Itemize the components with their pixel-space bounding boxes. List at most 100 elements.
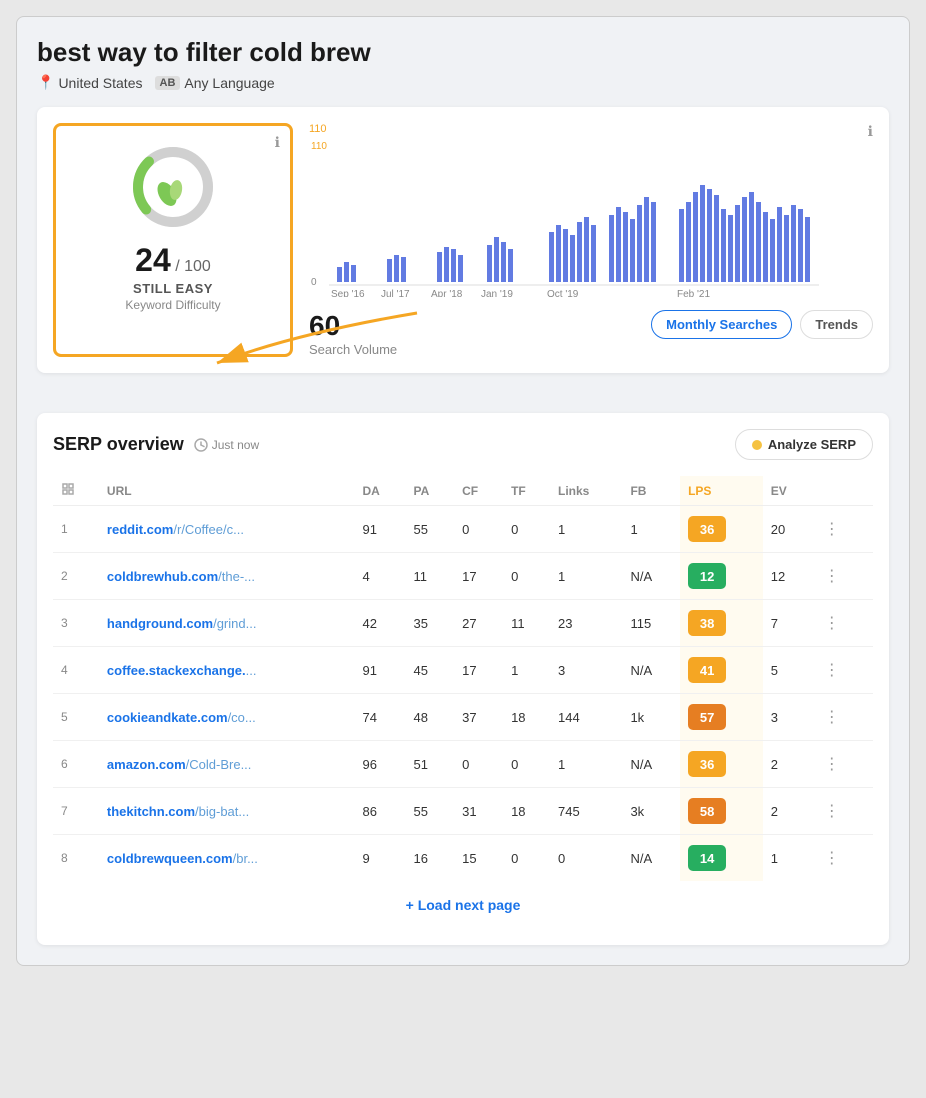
- row-ev: 12: [763, 553, 812, 600]
- row-fb: 3k: [622, 788, 680, 835]
- table-row: 1 reddit.com/r/Coffee/c... 91 55 0 0 1 1…: [53, 506, 873, 553]
- col-links: Links: [550, 476, 622, 506]
- col-lps: LPS: [680, 476, 763, 506]
- more-options-icon[interactable]: ⋮: [820, 613, 844, 634]
- lps-badge: 36: [688, 751, 726, 777]
- row-links: 3: [550, 647, 622, 694]
- row-url: coldbrewqueen.com/br...: [99, 835, 355, 882]
- table-row: 8 coldbrewqueen.com/br... 9 16 15 0 0 N/…: [53, 835, 873, 882]
- col-cf: CF: [454, 476, 503, 506]
- row-fb: N/A: [622, 647, 680, 694]
- svg-text:Sep '16: Sep '16: [331, 289, 365, 297]
- row-cf: 0: [454, 741, 503, 788]
- row-ev: 2: [763, 788, 812, 835]
- row-pa: 48: [405, 694, 454, 741]
- col-tf: TF: [503, 476, 550, 506]
- col-da: DA: [354, 476, 405, 506]
- tab-monthly-searches[interactable]: Monthly Searches: [651, 310, 792, 339]
- row-tf: 0: [503, 741, 550, 788]
- row-fb: N/A: [622, 835, 680, 882]
- row-more[interactable]: ⋮: [812, 506, 873, 553]
- row-more[interactable]: ⋮: [812, 741, 873, 788]
- col-ev: EV: [763, 476, 812, 506]
- table-row: 3 handground.com/grind... 42 35 27 11 23…: [53, 600, 873, 647]
- row-tf: 18: [503, 694, 550, 741]
- more-options-icon[interactable]: ⋮: [820, 707, 844, 728]
- more-options-icon[interactable]: ⋮: [820, 519, 844, 540]
- location-row: 📍 United States AB Any Language: [37, 74, 889, 91]
- analyze-serp-button[interactable]: Analyze SERP: [735, 429, 873, 460]
- row-pa: 35: [405, 600, 454, 647]
- row-links: 745: [550, 788, 622, 835]
- row-rank: 7: [53, 788, 99, 835]
- row-lps: 41: [680, 647, 763, 694]
- svg-text:Apr '18: Apr '18: [431, 289, 463, 297]
- table-row: 6 amazon.com/Cold-Bre... 96 51 0 0 1 N/A…: [53, 741, 873, 788]
- tab-trends[interactable]: Trends: [800, 310, 873, 339]
- row-fb: N/A: [622, 553, 680, 600]
- row-da: 91: [354, 647, 405, 694]
- row-cf: 37: [454, 694, 503, 741]
- col-actions: [812, 476, 873, 506]
- row-pa: 55: [405, 788, 454, 835]
- col-pa: PA: [405, 476, 454, 506]
- chart-area: ℹ 110 110 0: [309, 123, 873, 357]
- svg-text:Jul '17: Jul '17: [381, 289, 410, 297]
- monthly-searches-chart: 110 0: [309, 137, 829, 297]
- row-url: reddit.com/r/Coffee/c...: [99, 506, 355, 553]
- row-tf: 0: [503, 835, 550, 882]
- row-url: cookieandkate.com/co...: [99, 694, 355, 741]
- row-more[interactable]: ⋮: [812, 647, 873, 694]
- row-da: 96: [354, 741, 405, 788]
- more-options-icon[interactable]: ⋮: [820, 660, 844, 681]
- chart-info-icon[interactable]: ℹ: [868, 123, 873, 140]
- row-links: 1: [550, 741, 622, 788]
- row-tf: 0: [503, 506, 550, 553]
- row-pa: 55: [405, 506, 454, 553]
- load-next-page[interactable]: + Load next page: [53, 881, 873, 929]
- top-cards: ℹ: [37, 107, 889, 373]
- row-ev: 7: [763, 600, 812, 647]
- row-more[interactable]: ⋮: [812, 694, 873, 741]
- row-more[interactable]: ⋮: [812, 553, 873, 600]
- more-options-icon[interactable]: ⋮: [820, 801, 844, 822]
- table-row: 4 coffee.stackexchange.... 91 45 17 1 3 …: [53, 647, 873, 694]
- row-more[interactable]: ⋮: [812, 835, 873, 882]
- language-badge: AB: [155, 76, 181, 90]
- row-fb: 115: [622, 600, 680, 647]
- more-options-icon[interactable]: ⋮: [820, 566, 844, 587]
- row-da: 91: [354, 506, 405, 553]
- serp-section: SERP overview Just now Analyze SERP: [37, 413, 889, 945]
- table-row: 5 cookieandkate.com/co... 74 48 37 18 14…: [53, 694, 873, 741]
- expand-icon: [61, 482, 75, 496]
- row-links: 23: [550, 600, 622, 647]
- location-pin-icon: 📍: [37, 74, 54, 91]
- kd-info-icon[interactable]: ℹ: [275, 134, 280, 151]
- row-fb: 1k: [622, 694, 680, 741]
- more-options-icon[interactable]: ⋮: [820, 848, 844, 869]
- row-fb: N/A: [622, 741, 680, 788]
- row-url: coldbrewhub.com/the-...: [99, 553, 355, 600]
- row-cf: 31: [454, 788, 503, 835]
- kd-sublabel: Keyword Difficulty: [125, 298, 220, 312]
- more-options-icon[interactable]: ⋮: [820, 754, 844, 775]
- row-cf: 0: [454, 506, 503, 553]
- row-da: 42: [354, 600, 405, 647]
- row-more[interactable]: ⋮: [812, 600, 873, 647]
- row-url: amazon.com/Cold-Bre...: [99, 741, 355, 788]
- search-volume: 60 Search Volume: [309, 310, 397, 357]
- kd-donut: [128, 142, 218, 232]
- row-cf: 15: [454, 835, 503, 882]
- row-da: 86: [354, 788, 405, 835]
- chart-y-label: 110: [309, 123, 327, 135]
- analyze-dot-icon: [752, 440, 762, 450]
- language-label: Any Language: [184, 75, 274, 91]
- row-tf: 11: [503, 600, 550, 647]
- serp-header: SERP overview Just now Analyze SERP: [53, 429, 873, 460]
- row-da: 9: [354, 835, 405, 882]
- row-url: thekitchn.com/big-bat...: [99, 788, 355, 835]
- row-tf: 0: [503, 553, 550, 600]
- row-more[interactable]: ⋮: [812, 788, 873, 835]
- table-row: 7 thekitchn.com/big-bat... 86 55 31 18 7…: [53, 788, 873, 835]
- location-label: United States: [58, 75, 142, 91]
